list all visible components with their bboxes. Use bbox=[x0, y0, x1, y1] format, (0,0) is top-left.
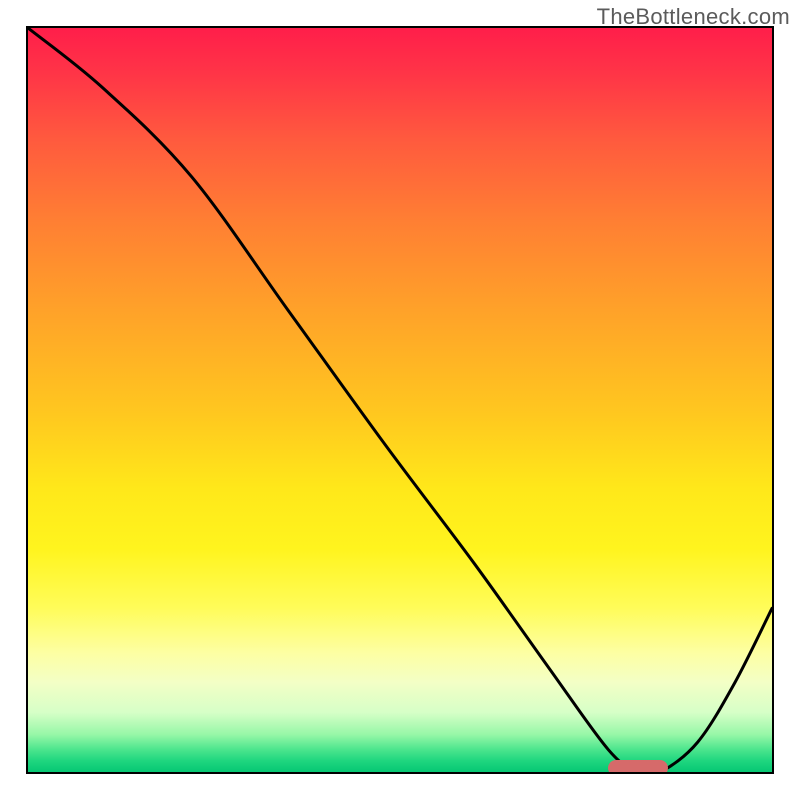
optimal-range-marker bbox=[608, 760, 668, 774]
chart-plot-area bbox=[26, 26, 774, 774]
watermark-text: TheBottleneck.com bbox=[597, 4, 790, 30]
chart-curve-svg bbox=[28, 28, 772, 772]
bottleneck-curve-line bbox=[28, 28, 772, 772]
